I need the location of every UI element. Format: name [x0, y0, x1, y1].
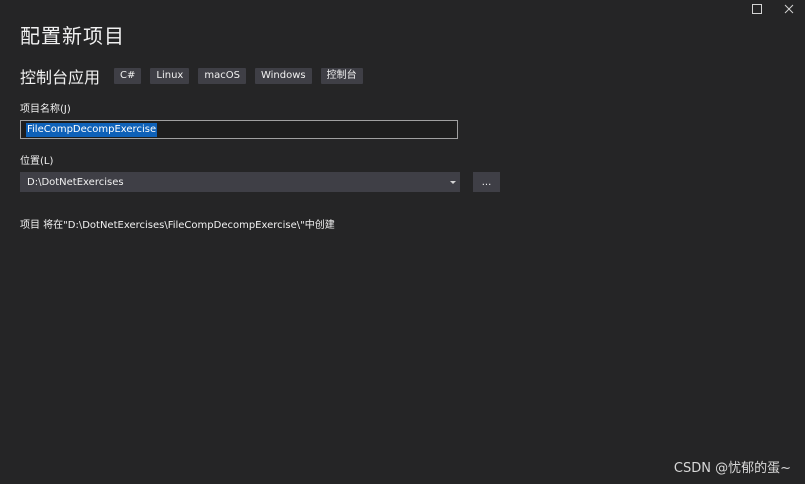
tag-linux: Linux	[150, 68, 190, 84]
project-name-label: 项目名称(J)	[20, 104, 71, 115]
watermark: CSDN @忧郁的蛋~	[673, 461, 791, 476]
dialog-window: 配置新项目 控制台应用 C# Linux macOS Windows 控制台 项…	[0, 0, 805, 484]
location-value: D:\DotNetExercises	[27, 176, 124, 188]
maximize-square-icon	[752, 4, 762, 14]
create-path-info: 项目 将在"D:\DotNetExercises\FileCompDecompE…	[20, 220, 335, 231]
maximize-button[interactable]	[741, 0, 773, 18]
close-x-icon	[784, 4, 794, 14]
page-title: 配置新项目	[20, 24, 125, 48]
tag-console: 控制台	[320, 68, 363, 84]
template-row: 控制台应用 C# Linux macOS Windows 控制台	[20, 64, 372, 88]
project-name-input[interactable]: FileCompDecompExercise	[20, 120, 458, 139]
project-name-value: FileCompDecompExercise	[26, 122, 158, 137]
template-name: 控制台应用	[20, 68, 101, 87]
chevron-down-icon[interactable]	[450, 180, 456, 184]
tag-windows: Windows	[254, 68, 312, 84]
location-combobox[interactable]: D:\DotNetExercises	[20, 172, 460, 192]
tag-macos: macOS	[198, 68, 246, 84]
close-button[interactable]	[773, 0, 805, 18]
browse-button[interactable]: ...	[473, 172, 500, 192]
location-label: 位置(L)	[20, 156, 54, 167]
tag-csharp: C#	[114, 68, 142, 84]
window-controls	[741, 0, 805, 18]
